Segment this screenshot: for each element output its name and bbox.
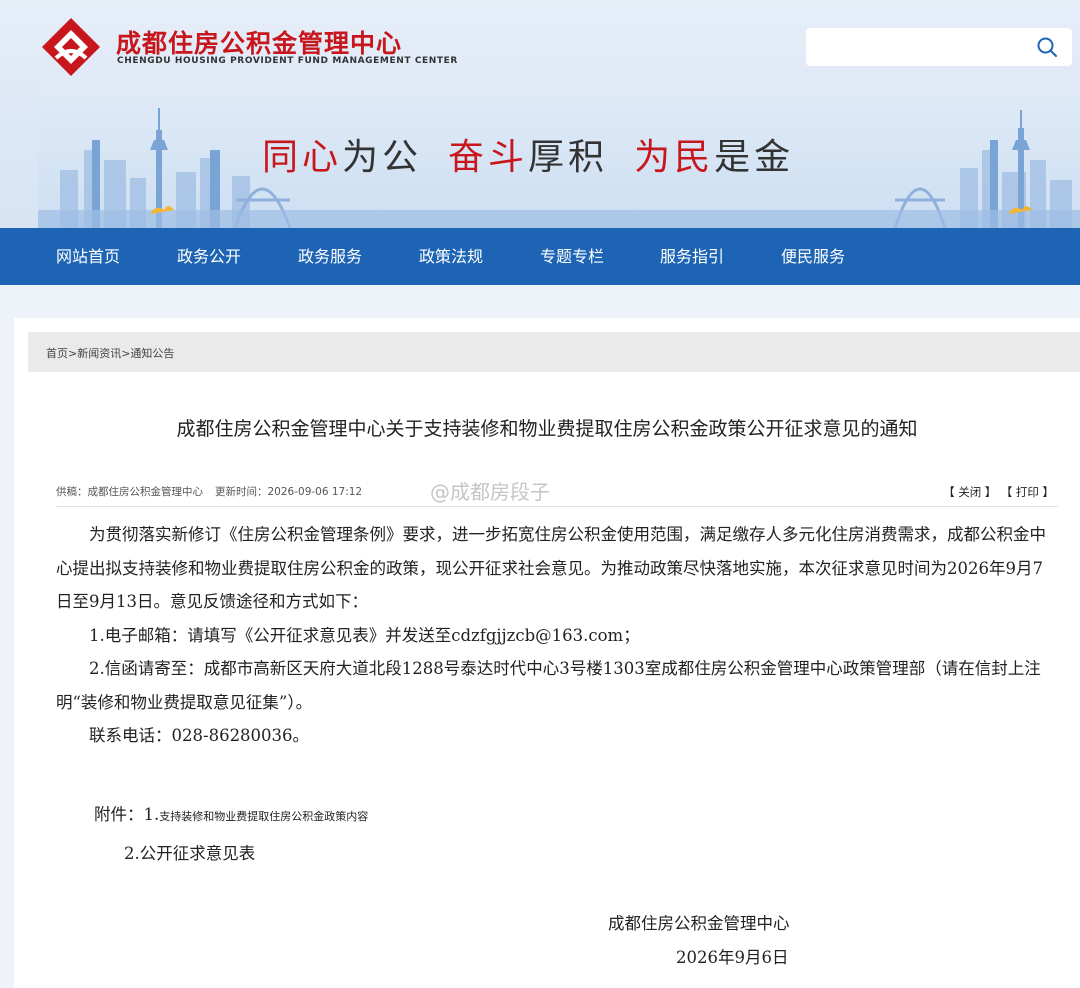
nav-item-home[interactable]: 网站首页: [56, 228, 120, 285]
meta-updated: 更新时间：2026-09-06 17:12: [215, 486, 363, 498]
nav-item-convenience-services[interactable]: 便民服务: [781, 228, 845, 285]
article-title: 成都住房公积金管理中心关于支持装修和物业费提取住房公积金政策公开征求意见的通知: [176, 418, 918, 440]
paragraph-email: 1.电子邮箱：请填写《公开征求意见表》并发送至cdzfgjjzcb@163.co…: [89, 625, 640, 645]
search-box: [806, 28, 1072, 66]
slogan-part3-black: 是金: [714, 137, 795, 178]
paragraph-mail: 2.信函请寄至：成都市高新区天府大道北段1288号泰达时代中心3号楼1303室成…: [56, 659, 1041, 712]
weibo-watermark: @成都房段子: [430, 480, 550, 504]
main-nav: 网站首页 政务公开 政务服务 政策法规 专题专栏 服务指引 便民服务: [0, 228, 1080, 285]
nav-item-gov-services[interactable]: 政务服务: [298, 228, 362, 285]
nav-item-gov-affairs-open[interactable]: 政务公开: [177, 228, 241, 285]
provident-fund-logo-icon: [42, 18, 100, 76]
nav-item-service-guide[interactable]: 服务指引: [660, 228, 724, 285]
article-actions: 【 关闭 】【 打印 】: [933, 484, 1054, 500]
slogan: 同心为公 奋斗厚积 为民是金: [262, 128, 794, 180]
attachment-2-link[interactable]: 2.公开征求意见表: [124, 840, 255, 864]
close-button[interactable]: 【 关闭 】: [943, 485, 996, 499]
site-header: 成都住房公积金管理中心 CHENGDU HOUSING PROVIDENT FU…: [0, 0, 1080, 228]
nav-item-policies[interactable]: 政策法规: [419, 228, 483, 285]
search-input[interactable]: [816, 34, 1030, 62]
attachments: 附件：1.支持装修和物业费提取住房公积金政策内容: [94, 801, 368, 825]
slogan-part1-black: 为公: [342, 137, 423, 178]
article-container: 首页>新闻资讯>通知公告 成都住房公积金管理中心关于支持装修和物业费提取住房公积…: [14, 318, 1080, 988]
signature-date: 2026年9月6日: [676, 948, 789, 967]
org-name-en: CHENGDU HOUSING PROVIDENT FUND MANAGEMEN…: [117, 56, 458, 66]
org-name-cn: 成都住房公积金管理中心: [116, 29, 403, 58]
nav-item-special-topics[interactable]: 专题专栏: [540, 228, 604, 285]
print-button[interactable]: 【 打印 】: [1006, 485, 1054, 499]
meta-source: 供稿：成都住房公积金管理中心: [56, 486, 203, 498]
attachment-1-link[interactable]: 支持装修和物业费提取住房公积金政策内容: [159, 810, 368, 823]
article-meta: 供稿：成都住房公积金管理中心 更新时间：2026-09-06 17:12: [56, 484, 362, 499]
slogan-part2-red: 奋斗: [448, 137, 529, 178]
breadcrumb-bar: 首页>新闻资讯>通知公告: [28, 332, 1080, 372]
attachments-label: 附件：: [94, 805, 144, 824]
signature-org: 成都住房公积金管理中心: [608, 914, 790, 933]
slogan-part3-red: 为民: [634, 137, 715, 178]
slogan-part1-red: 同心: [262, 137, 343, 178]
search-icon[interactable]: [1036, 36, 1058, 58]
meta-divider: [56, 506, 1058, 507]
paragraph-phone: 联系电话：028-86280036。: [89, 726, 310, 745]
breadcrumb[interactable]: 首页>新闻资讯>通知公告: [46, 345, 174, 361]
slogan-part2-black: 厚积: [528, 137, 609, 178]
article-body: 为贯彻落实新修订《住房公积金管理条例》要求，进一步拓宽住房公积金使用范围，满足缴…: [56, 518, 1058, 753]
attachment-1-number: 1.: [143, 805, 160, 824]
paragraph-intro: 为贯彻落实新修订《住房公积金管理条例》要求，进一步拓宽住房公积金使用范围，满足缴…: [56, 525, 1046, 611]
